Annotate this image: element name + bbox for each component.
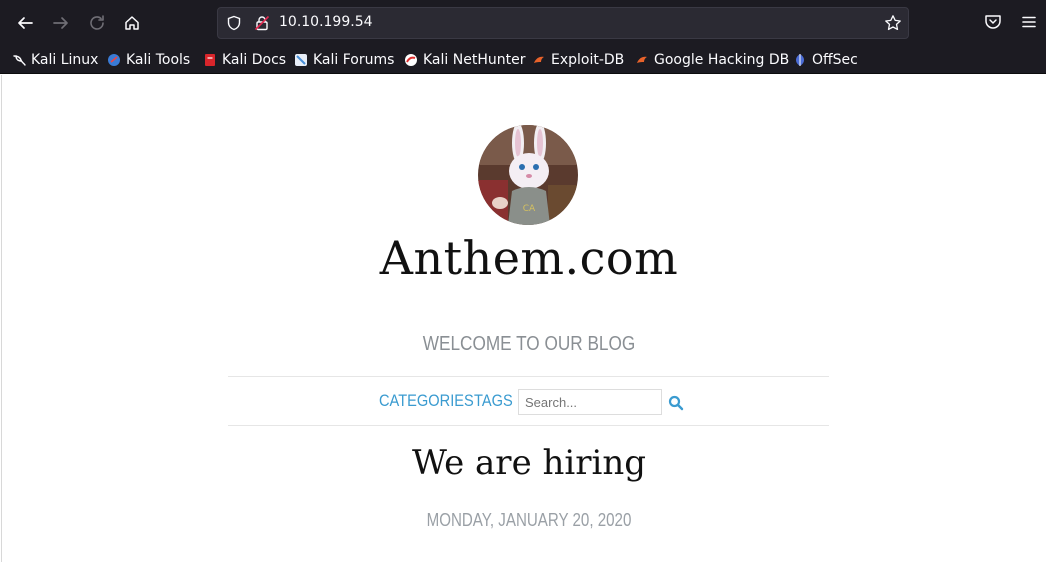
site-avatar: CA: [478, 125, 578, 225]
search-icon[interactable]: [668, 395, 684, 411]
search-input[interactable]: [518, 389, 662, 415]
bookmark-label: Google Hacking DB: [654, 52, 790, 68]
bookmark-kali-forums[interactable]: Kali Forums: [294, 50, 394, 70]
post-date: MONDAY, JANUARY 20, 2020: [426, 510, 632, 530]
bookmark-google-hacking-db[interactable]: Google Hacking DB: [635, 50, 789, 70]
bookmark-star-icon[interactable]: [884, 14, 902, 32]
nav-categories-link[interactable]: CATEGORIES: [379, 391, 474, 411]
shield-icon[interactable]: [226, 15, 242, 31]
bookmark-label: Kali NetHunter: [423, 52, 526, 68]
divider-bottom: [228, 425, 829, 426]
site-title[interactable]: Anthem.com: [2, 231, 1046, 285]
divider-top: [228, 376, 829, 377]
arrow-right-icon: [53, 17, 68, 29]
bookmark-kali-docs[interactable]: Kali Docs: [203, 50, 286, 70]
back-button[interactable]: [11, 9, 39, 37]
exploit-db-icon: [534, 56, 544, 63]
bookmark-kali-nethunter[interactable]: Kali NetHunter: [404, 50, 525, 70]
forward-button[interactable]: [47, 9, 75, 37]
url-bar[interactable]: 10.10.199.54: [217, 7, 909, 39]
home-icon: [125, 16, 139, 30]
kali-docs-icon: [205, 54, 215, 66]
kali-dragon-icon: [13, 55, 26, 66]
post-title[interactable]: We are hiring: [2, 443, 1046, 483]
kali-forums-icon: [295, 54, 307, 66]
bookmark-kali-tools[interactable]: Kali Tools: [107, 50, 190, 70]
page-content: CA Anthem.com WELCOME TO OUR BLOG CATEGO…: [1, 75, 1046, 562]
svg-text:CA: CA: [523, 204, 536, 214]
bookmark-kali-linux[interactable]: Kali Linux: [12, 50, 98, 70]
kali-nethunter-icon: [405, 54, 417, 66]
reload-button[interactable]: [83, 9, 111, 37]
browser-toolbar: 10.10.199.54: [0, 0, 1046, 45]
reload-icon: [90, 15, 104, 30]
hamburger-menu-icon[interactable]: [1019, 12, 1039, 32]
kali-tools-icon: [108, 54, 120, 66]
bookmarks-toolbar: Kali Linux Kali Tools Kali Docs Kali For…: [0, 45, 1046, 74]
pocket-icon[interactable]: [983, 12, 1003, 32]
bookmark-label: Kali Docs: [222, 52, 287, 68]
ghdb-icon: [637, 56, 647, 63]
bunny-mascot-image: CA: [478, 125, 578, 225]
insecure-lock-icon[interactable]: [254, 15, 270, 31]
bookmark-label: Kali Linux: [31, 52, 99, 68]
site-tagline: WELCOME TO OUR BLOG: [422, 333, 636, 355]
bookmark-label: OffSec: [812, 52, 858, 68]
home-button[interactable]: [118, 9, 146, 37]
url-text[interactable]: 10.10.199.54: [279, 14, 373, 30]
arrow-left-icon: [18, 17, 33, 29]
offsec-icon: [796, 54, 804, 66]
bookmark-label: Kali Tools: [126, 52, 191, 68]
bookmark-exploit-db[interactable]: Exploit-DB: [532, 50, 624, 70]
nav-tags-link[interactable]: TAGS: [474, 391, 513, 411]
bookmark-label: Exploit-DB: [551, 52, 625, 68]
bookmark-offsec[interactable]: OffSec: [793, 50, 858, 70]
bookmark-label: Kali Forums: [313, 52, 395, 68]
